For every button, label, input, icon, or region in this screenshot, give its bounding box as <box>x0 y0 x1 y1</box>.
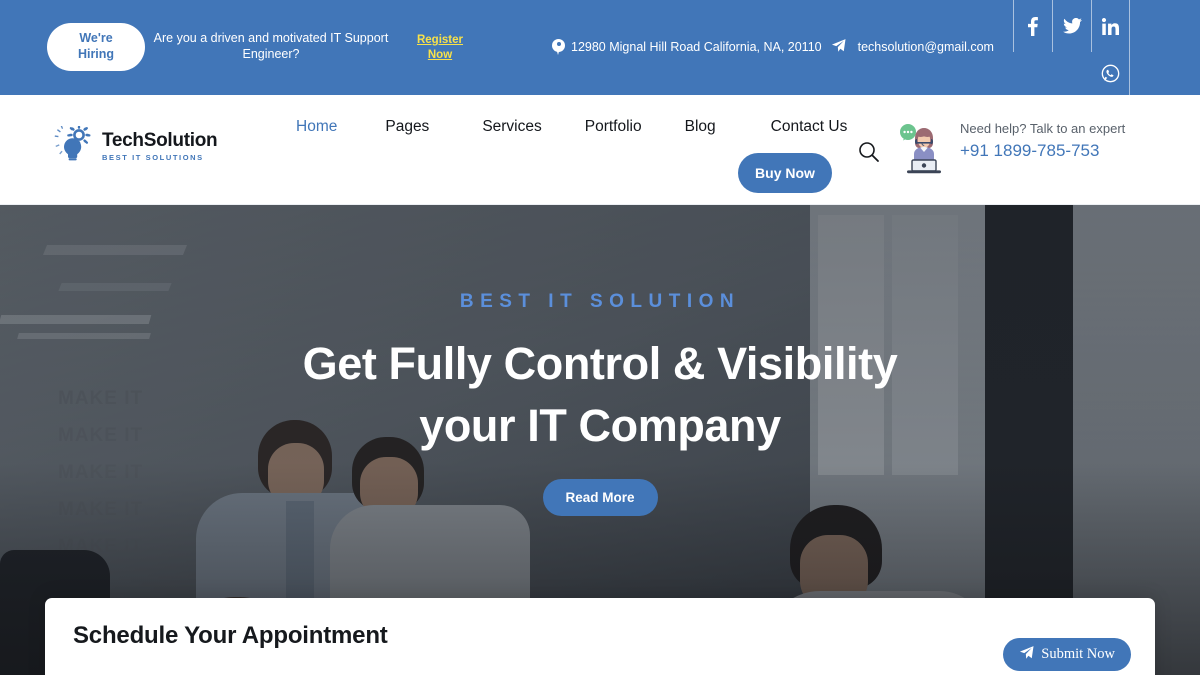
hero-title: Get Fully Control & Visibility your IT C… <box>0 333 1200 457</box>
nav-item-blog[interactable]: Blog <box>685 118 716 136</box>
paper-plane-icon <box>1019 645 1034 665</box>
linkedin-icon[interactable] <box>1091 0 1130 52</box>
social-links-row-secondary <box>1091 52 1130 95</box>
logo[interactable]: TechSolution BEST IT SOLUTIONS <box>52 124 218 167</box>
social-links-row <box>1013 0 1130 52</box>
buy-now-button[interactable]: Buy Now <box>738 153 832 193</box>
hero-title-line2: your IT Company <box>419 400 781 452</box>
hiring-tagline: Are you a driven and motivated IT Suppor… <box>153 31 389 61</box>
help-block: Need help? Talk to an expert +91 1899-78… <box>960 120 1130 161</box>
hiring-badge-line1: We're <box>79 31 113 46</box>
main-nav: Home Pages Services Portfolio Blog Conta… <box>296 118 847 136</box>
appointment-card: Schedule Your Appointment Submit Now <box>45 598 1155 675</box>
email-text: techsolution@gmail.com <box>857 40 994 54</box>
nav-item-services[interactable]: Services <box>482 118 541 136</box>
map-pin-icon <box>552 38 565 56</box>
twitter-icon[interactable] <box>1052 0 1091 52</box>
address-text: 12980 Mignal Hill Road California, NA, 2… <box>571 40 822 54</box>
hero-kicker: BEST IT SOLUTION <box>459 291 741 312</box>
logo-tagline: BEST IT SOLUTIONS <box>102 153 204 162</box>
whatsapp-icon[interactable] <box>1091 52 1130 95</box>
register-now-link[interactable]: Register Now <box>414 33 466 63</box>
nav-item-pages[interactable]: Pages <box>385 118 429 136</box>
facebook-icon[interactable] <box>1013 0 1052 52</box>
submit-now-button[interactable]: Submit Now <box>1003 638 1131 671</box>
page-root: We're Hiring Are you a driven and motiva… <box>0 0 1200 675</box>
lightbulb-gear-icon <box>52 124 96 167</box>
read-more-button[interactable]: Read More <box>542 479 658 517</box>
nav-item-portfolio[interactable]: Portfolio <box>585 118 642 136</box>
hero-content: BEST IT SOLUTION Get Fully Control & Vis… <box>0 205 1200 517</box>
hiring-badge-line2: Hiring <box>77 47 115 61</box>
help-phone[interactable]: +91 1899-785-753 <box>960 141 1130 161</box>
appointment-title: Schedule Your Appointment <box>73 622 388 649</box>
help-text: Need help? Talk to an expert <box>960 121 1126 136</box>
nav-item-contact-us[interactable]: Contact Us <box>771 118 848 136</box>
hiring-badge[interactable]: We're Hiring <box>47 23 145 71</box>
top-bar: We're Hiring Are you a driven and motiva… <box>0 0 1200 95</box>
hero-title-line1: Get Fully Control & Visibility <box>302 338 898 389</box>
logo-name: TechSolution <box>102 130 218 151</box>
paper-plane-icon <box>831 38 846 56</box>
contact-strip: 12980 Mignal Hill Road California, NA, 2… <box>552 38 994 56</box>
submit-now-label: Submit Now <box>1041 646 1115 662</box>
nav-item-home[interactable]: Home <box>296 118 337 136</box>
support-agent-icon <box>896 122 946 179</box>
search-icon[interactable] <box>856 140 882 166</box>
